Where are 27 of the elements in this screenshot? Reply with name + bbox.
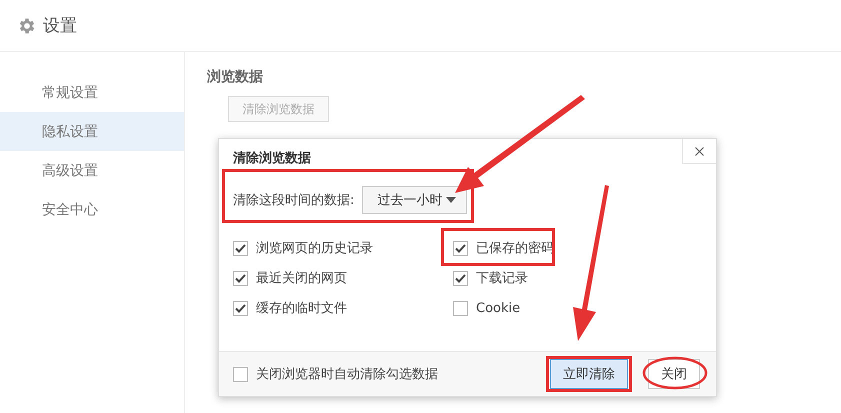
option-label: 缓存的临时文件 (256, 300, 347, 317)
option-label: Cookie (476, 300, 520, 316)
checkbox[interactable] (453, 270, 468, 286)
checkbox[interactable] (233, 270, 248, 286)
option-label: 最近关闭的网页 (256, 270, 347, 287)
caret-icon (446, 197, 456, 203)
option-label: 下载记录 (476, 270, 528, 287)
clear-now-button[interactable]: 立即清除 (550, 359, 628, 389)
time-range-dropdown[interactable]: 过去一小时 (362, 186, 468, 214)
checkbox[interactable] (233, 240, 248, 256)
sidebar-item[interactable]: 隐私设置 (0, 112, 184, 151)
checkbox[interactable] (233, 366, 248, 382)
checkbox[interactable] (453, 300, 468, 316)
page-title: 设置 (43, 15, 77, 37)
checkbox[interactable] (453, 240, 468, 256)
sidebar-item[interactable]: 安全中心 (0, 190, 184, 229)
highlight-ellipse (642, 356, 708, 390)
sidebar-item[interactable]: 高级设置 (0, 151, 184, 190)
option-label: 浏览网页的历史记录 (256, 240, 373, 257)
checkbox[interactable] (233, 300, 248, 316)
gear-icon (17, 16, 37, 36)
time-range-label: 清除这段时间的数据: (233, 192, 354, 209)
auto-clear-label: 关闭浏览器时自动清除勾选数据 (256, 366, 438, 383)
sidebar-item[interactable]: 常规设置 (0, 73, 184, 112)
dialog-title: 清除浏览数据 (233, 150, 311, 168)
section-title: 浏览数据 (207, 68, 263, 86)
close-button[interactable] (682, 139, 716, 164)
